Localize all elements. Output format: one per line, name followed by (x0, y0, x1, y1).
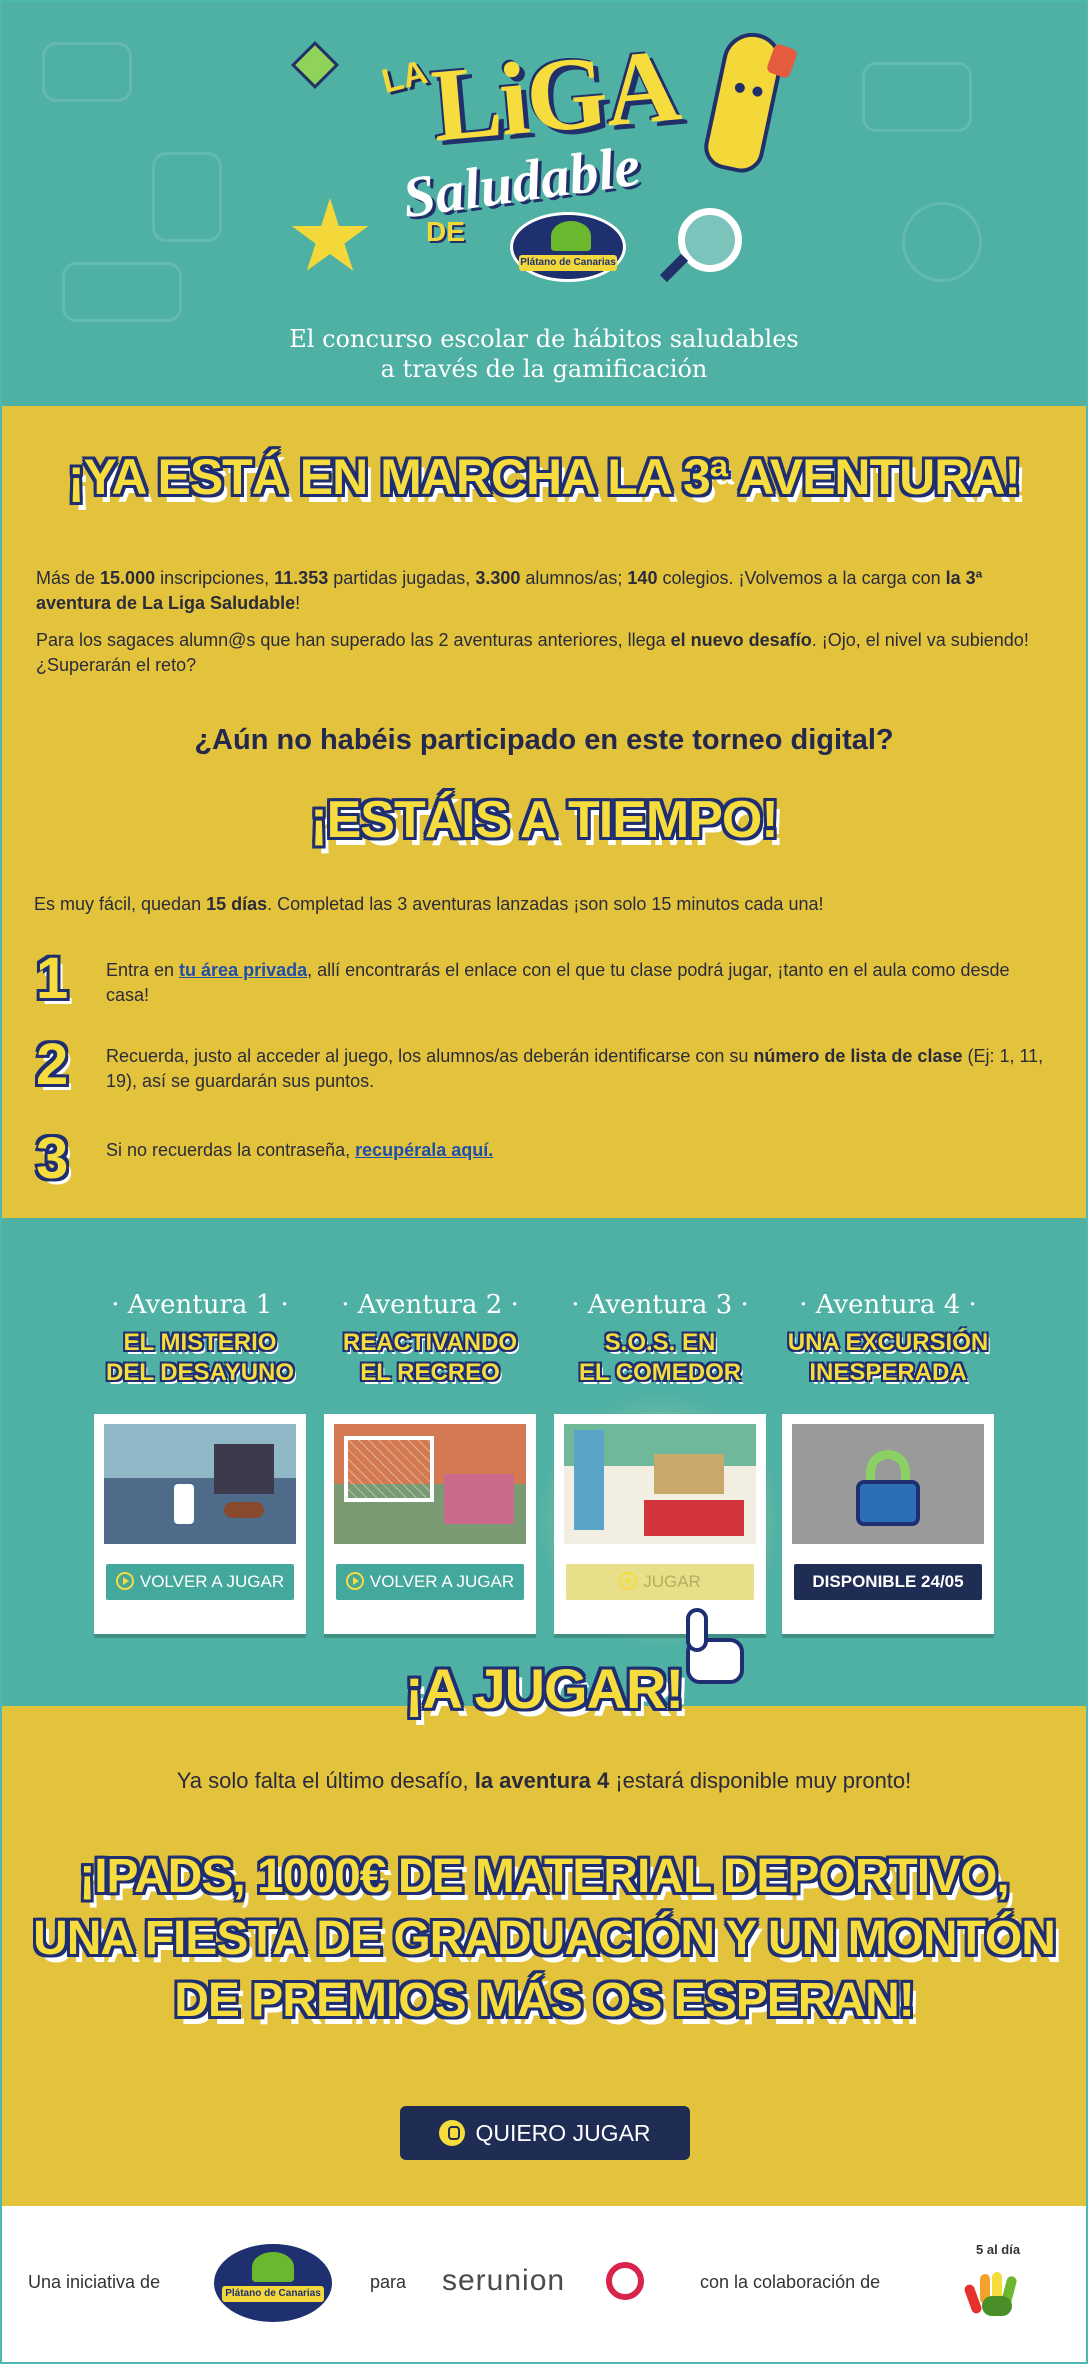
step-text-3: Si no recuerdas la contraseña, recupéral… (106, 1140, 494, 1160)
adventure-thumbnail (564, 1424, 756, 1544)
replay-button[interactable]: VOLVER A JUGAR (336, 1564, 524, 1600)
hero-tagline: El concurso escolar de hábitos saludable… (2, 324, 1086, 384)
hand-icon (963, 2270, 1018, 2320)
step-text-2: Recuerda, justo al acceder al juego, los… (106, 1046, 1044, 1091)
step-1: 1 Entra en tu área privada, allí encontr… (30, 946, 1050, 1026)
hero-header: LA LiGA Saludable DE Plátano de Canarias… (2, 2, 1086, 406)
private-area-link[interactable]: tu área privada (179, 960, 307, 980)
adventure-title: EL MISTERIO DEL DESAYUNO (105, 1329, 295, 1386)
step-number-1: 1 (36, 946, 69, 1011)
step-number-3: 3 (36, 1126, 69, 1191)
adventure-1: · Aventura 1 · EL MISTERIO DEL DESAYUNO V… (94, 1290, 306, 1634)
adventure-title: S.O.S. EN EL COMEDOR (578, 1329, 742, 1386)
logo-la: LA (377, 53, 432, 101)
recover-password-link[interactable]: recupérala aquí. (355, 1140, 493, 1160)
power-icon (439, 2120, 466, 2146)
adventure-label: · Aventura 2 · (341, 1290, 519, 1320)
prizes-headline: ¡IPADS, 1000€ DE MATERIAL DEPORTIVO, UNA… (33, 1850, 1056, 2027)
magnifier-icon (678, 208, 742, 272)
background-doodle (42, 42, 132, 102)
background-doodle (152, 152, 222, 242)
star-icon (291, 198, 369, 271)
available-date-button[interactable]: DISPONIBLE 24/05 (794, 1564, 982, 1600)
collaboration-label: con la colaboración de (700, 2272, 881, 2292)
step-number-2: 2 (36, 1032, 69, 1097)
platano-canarias-logo[interactable]: Plátano de Canarias (214, 2244, 332, 2322)
background-doodle (62, 262, 182, 322)
adventure-label: · Aventura 1 · (111, 1290, 289, 1320)
gem-icon (290, 40, 340, 90)
background-doodle (902, 202, 982, 282)
play-icon (345, 1572, 364, 1590)
play-icon (115, 1572, 134, 1590)
play-section: ¡A JUGAR! Ya solo falta el último desafí… (2, 1657, 1086, 2206)
on-time-headline: ¡ESTÁIS A TIEMPO! (310, 791, 778, 849)
cinco-al-dia-logo[interactable]: 5 al día (942, 2242, 1038, 2332)
adventure-thumbnail (334, 1424, 526, 1544)
intro-paragraph-2: Para los sagaces alumn@s que han superad… (36, 630, 1029, 675)
adventure-card: JUGAR (554, 1414, 766, 1634)
adventure-4: · Aventura 4 · UNA EXCURSIÓN INESPERADA D… (782, 1290, 994, 1634)
play-button[interactable]: JUGAR (566, 1564, 754, 1600)
adventures-section: · Aventura 1 · EL MISTERIO DEL DESAYUNO V… (2, 1218, 1086, 1706)
intro-section: ¡YA ESTÁ EN MARCHA LA 3ª AVENTURA! Más d… (2, 406, 1086, 1218)
step-3: 3 Si no recuerdas la contraseña, recupér… (30, 1126, 1050, 1206)
adventure-title: REACTIVANDO EL RECREO (342, 1329, 518, 1386)
play-icon (619, 1572, 638, 1590)
serunion-logo[interactable]: serunion (442, 2264, 565, 2298)
step-text-1: Entra en tu área privada, allí encontrar… (106, 960, 1010, 1005)
para-label: para (370, 2272, 407, 2292)
step-2: 2 Recuerda, justo al acceder al juego, l… (30, 1032, 1050, 1112)
tagline-line-2: a través de la gamificación (380, 355, 708, 383)
adventure-card: DISPONIBLE 24/05 (782, 1414, 994, 1634)
replay-button[interactable]: VOLVER A JUGAR (106, 1564, 294, 1600)
intro-headline: ¡YA ESTÁ EN MARCHA LA 3ª AVENTURA! (67, 449, 1021, 505)
participation-question: ¿Aún no habéis participado en este torne… (194, 724, 894, 756)
adventure-title: UNA EXCURSIÓN INESPERADA (787, 1329, 989, 1386)
adventure-card: VOLVER A JUGAR (324, 1414, 536, 1634)
background-doodle (862, 62, 972, 132)
footer: Una iniciativa de Plátano de Canarias pa… (2, 2206, 1086, 2362)
tagline-line-1: El concurso escolar de hábitos saludable… (289, 325, 799, 353)
adventure-label: · Aventura 4 · (799, 1290, 977, 1320)
adventure-2: · Aventura 2 · REACTIVANDO EL RECREO VOLV… (324, 1290, 536, 1634)
adventure-3: · Aventura 3 · S.O.S. EN EL COMEDOR JUGAR (534, 1290, 786, 1684)
lock-icon (856, 1450, 920, 1526)
adventure-card: VOLVER A JUGAR (94, 1414, 306, 1634)
intro-paragraph-1: Más de 15.000 inscripciones, 11.353 part… (36, 568, 983, 613)
adventure-label: · Aventura 3 · (571, 1290, 749, 1320)
adventure-thumbnail (104, 1424, 296, 1544)
liga-saludable-logo[interactable]: LA LiGA Saludable DE Plátano de Canarias (378, 27, 683, 290)
play-headline: ¡A JUGAR! (404, 1657, 684, 1720)
logo-de: DE (426, 216, 465, 247)
platano-canarias-badge: Plátano de Canarias (510, 212, 626, 282)
intro-paragraph-3: Es muy fácil, quedan 15 días. Completad … (34, 894, 824, 914)
coming-soon-text: Ya solo falta el último desafío, la aven… (176, 1768, 912, 1793)
initiative-label: Una iniciativa de (28, 2272, 161, 2292)
badge-label: Plátano de Canarias (519, 255, 617, 271)
adventure-thumbnail (792, 1424, 984, 1544)
serunion-mark-icon (606, 2262, 644, 2300)
quiero-jugar-button[interactable]: QUIERO JUGAR (400, 2106, 690, 2160)
